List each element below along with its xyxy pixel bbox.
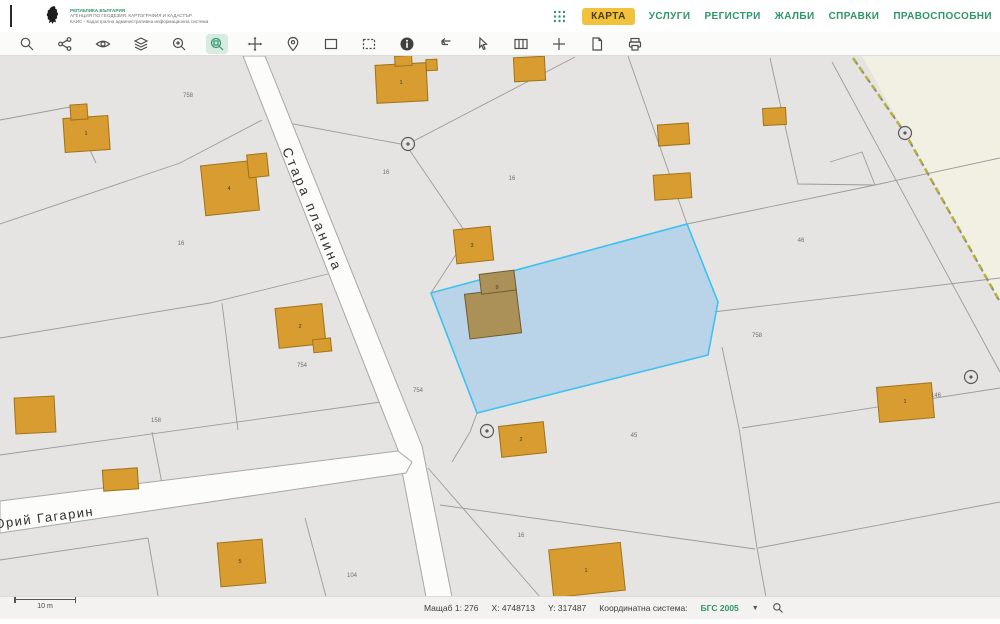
pan-tool-button[interactable]: [244, 34, 266, 54]
map-scalebar: 10 m: [14, 599, 76, 610]
building-label: 1: [399, 80, 402, 86]
apps-grid-icon[interactable]: [553, 10, 566, 23]
nav-item-жалби[interactable]: ЖАЛБИ: [775, 11, 815, 22]
building-label: 9: [495, 285, 498, 291]
building-label: 1: [903, 399, 906, 405]
lion-crest-icon: [44, 5, 60, 27]
print-tool-button[interactable]: [624, 34, 646, 54]
building[interactable]: [14, 396, 56, 434]
cursor-y-readout: Y: 317487: [548, 603, 586, 613]
parcel-label: 16: [178, 241, 185, 247]
parcel-label: 758: [183, 93, 194, 99]
logo-line-3: КАИС - Кадастрално административна инфор…: [70, 19, 208, 25]
crs-label: Координатна система:: [599, 603, 687, 613]
geodetic-point-dot: [969, 375, 972, 378]
info-tool-button[interactable]: [396, 34, 418, 54]
statusbar: 10 m Мащаб 1: 276 X: 4748713 Y: 317487 К…: [0, 596, 1000, 619]
layers-tool-button[interactable]: [130, 34, 152, 54]
geodetic-point-dot: [485, 429, 488, 432]
polygon-select-tool-button[interactable]: [358, 34, 380, 54]
main-nav: КАРТА УСЛУГИ РЕГИСТРИ ЖАЛБИ СПРАВКИ ПРАВОСПОС…: [553, 0, 992, 32]
parcel-label: 16: [509, 176, 516, 182]
building-label: 5: [238, 559, 241, 565]
rectangle-select-tool-button[interactable]: [320, 34, 342, 54]
building[interactable]: [653, 173, 692, 201]
building[interactable]: [763, 107, 787, 125]
parcel-label: 104: [347, 573, 358, 579]
parcel-label: 754: [413, 388, 424, 394]
pointer-tool-button[interactable]: [472, 34, 494, 54]
nav-item-регистри[interactable]: РЕГИСТРИ: [704, 11, 760, 22]
parcel-label: 754: [297, 363, 308, 369]
parcel-label: 46: [798, 238, 805, 244]
building-label: 2: [298, 324, 301, 330]
statusbar-search-icon[interactable]: [772, 602, 784, 614]
scalebar-label: 10 m: [14, 603, 76, 610]
parcel-label: 158: [151, 418, 162, 424]
map-toolbar: [0, 32, 1000, 56]
map-canvas-wrap: 758 16 16 16 754 158 754 104 16 45 758 46 146 1 4 2 1 3 9 2…: [0, 56, 1000, 619]
map-canvas[interactable]: 758 16 16 16 754 158 754 104 16 45 758 46 146 1 4 2 1 3 9 2…: [0, 56, 1000, 619]
building[interactable]: [513, 56, 545, 82]
parcel-label: 45: [631, 433, 638, 439]
parcel-label: 146: [931, 393, 942, 399]
nav-item-справки[interactable]: СПРАВКИ: [829, 11, 880, 22]
visibility-tool-button[interactable]: [92, 34, 114, 54]
geodetic-point-dot: [903, 131, 906, 134]
parcel-label: 16: [383, 170, 390, 176]
parcel-label: 758: [752, 333, 763, 339]
agency-logo: РЕПУБЛИКА БЪЛГАРИЯ АГЕНЦИЯ ПО ГЕОДЕЗИЯ, …: [10, 5, 208, 27]
share-tool-button[interactable]: [54, 34, 76, 54]
building-label: 3: [470, 243, 473, 249]
cursor-x-readout: X: 4748713: [492, 603, 535, 613]
search-tool-button[interactable]: [16, 34, 38, 54]
building-label: 2: [519, 437, 522, 443]
nav-item-услуги[interactable]: УСЛУГИ: [649, 11, 691, 22]
building[interactable]: [657, 123, 689, 146]
document-tool-button[interactable]: [586, 34, 608, 54]
building-label: 1: [584, 568, 587, 574]
map-scale-readout: Мащаб 1: 276: [424, 603, 479, 613]
geodetic-point-dot: [406, 142, 409, 145]
crs-dropdown-caret-icon[interactable]: ▼: [752, 605, 759, 612]
undo-tool-button[interactable]: [434, 34, 456, 54]
parcel-label: 16: [518, 533, 525, 539]
building[interactable]: [102, 468, 138, 491]
location-pin-tool-button[interactable]: [282, 34, 304, 54]
nav-item-карта[interactable]: КАРТА: [582, 8, 635, 25]
logo-divider: [10, 5, 12, 27]
building-label: 4: [227, 186, 230, 192]
table-tool-button[interactable]: [510, 34, 532, 54]
building-label: 1: [84, 131, 87, 137]
zoom-in-tool-button[interactable]: [168, 34, 190, 54]
nav-item-правоспособни[interactable]: ПРАВОСПОСОБНИ: [893, 11, 992, 22]
zoom-box-tool-button[interactable]: [206, 34, 228, 54]
crosshair-tool-button[interactable]: [548, 34, 570, 54]
header: РЕПУБЛИКА БЪЛГАРИЯ АГЕНЦИЯ ПО ГЕОДЕЗИЯ, …: [0, 0, 1000, 32]
crs-value[interactable]: БГС 2005: [701, 603, 739, 613]
